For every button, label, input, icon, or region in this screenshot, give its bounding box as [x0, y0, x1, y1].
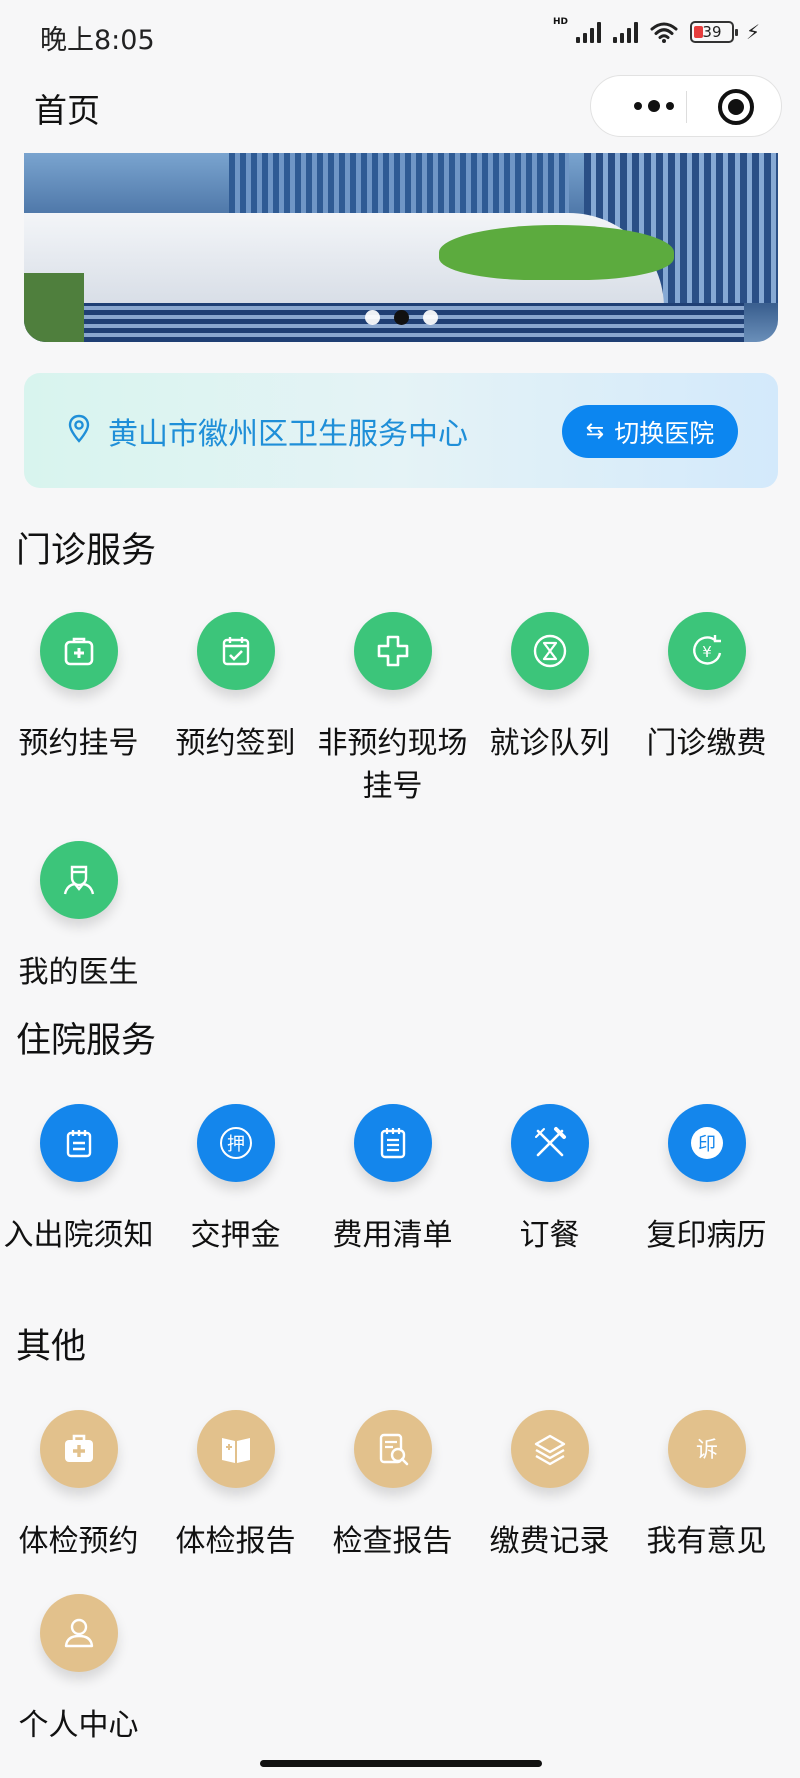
- service-meal-order[interactable]: 订餐: [471, 1104, 628, 1257]
- hospital-banner[interactable]: [24, 153, 778, 342]
- report-search-icon: [353, 1410, 432, 1488]
- carousel-dot[interactable]: [422, 310, 438, 325]
- service-label: 门诊缴费: [646, 726, 767, 761]
- service-label: 预约挂号: [18, 726, 139, 761]
- service-label: 个人中心: [18, 1708, 139, 1743]
- medical-kit-icon: [39, 612, 118, 690]
- service-exam-report[interactable]: 检查报告: [314, 1410, 471, 1563]
- battery-icon: 39: [689, 21, 738, 43]
- service-outpatient-payment[interactable]: ¥ 门诊缴费: [628, 612, 785, 765]
- status-bar: 晚上8:05 HD 39 ⚡: [0, 0, 800, 72]
- service-label: 订餐: [519, 1218, 580, 1253]
- service-label: 预约签到: [175, 726, 296, 761]
- home-indicator[interactable]: [260, 1760, 542, 1767]
- current-hospital-card: 黄山市徽州区卫生服务中心 ⇆ 切换医院: [24, 373, 778, 488]
- service-label: 缴费记录: [489, 1524, 610, 1559]
- notepad-icon: [39, 1104, 118, 1182]
- service-label: 费用清单: [332, 1218, 453, 1253]
- carousel-dot[interactable]: [364, 310, 380, 325]
- section-title-outpatient: 门诊服务: [16, 531, 157, 571]
- service-checkup-report[interactable]: 体检报告: [157, 1410, 314, 1563]
- service-expense-list[interactable]: 费用清单: [314, 1104, 471, 1257]
- battery-level: 39: [702, 23, 722, 41]
- location-pin-icon: [68, 414, 90, 443]
- service-deposit[interactable]: 押 交押金: [157, 1104, 314, 1257]
- svg-text:诉: 诉: [695, 1438, 717, 1463]
- medical-kit-icon: [39, 1410, 118, 1488]
- service-copy-medical-record[interactable]: 印 复印病历: [628, 1104, 785, 1257]
- stamp-icon: 印: [667, 1104, 746, 1182]
- hourglass-icon: [510, 612, 589, 690]
- calendar-check-icon: [196, 612, 275, 690]
- yuan-refresh-icon: ¥: [667, 612, 746, 690]
- service-label: 体检报告: [175, 1524, 296, 1559]
- capsule-divider: [686, 91, 687, 123]
- fork-knife-icon: [510, 1104, 589, 1182]
- status-time: 晚上8:05: [40, 25, 155, 56]
- status-icons: HD 39 ⚡: [552, 17, 760, 44]
- book-icon: [196, 1410, 275, 1488]
- switch-hospital-button[interactable]: ⇆ 切换医院: [562, 405, 738, 458]
- service-walkin-registration[interactable]: 非预约现场挂号: [314, 612, 471, 808]
- service-label: 交押金: [190, 1218, 281, 1253]
- user-icon: [39, 1594, 118, 1672]
- service-appointment-checkin[interactable]: 预约签到: [157, 612, 314, 765]
- service-personal-center[interactable]: 个人中心: [0, 1594, 157, 1747]
- charging-icon: ⚡: [745, 20, 760, 44]
- wifi-icon: [650, 22, 678, 43]
- service-label: 我的医生: [18, 955, 139, 990]
- swap-icon: ⇆: [585, 419, 605, 444]
- service-appointment-registration[interactable]: 预约挂号: [0, 612, 157, 765]
- stack-icon: [510, 1410, 589, 1488]
- banner-trees: [24, 273, 84, 342]
- list-icon: [353, 1104, 432, 1182]
- service-admission-notice[interactable]: 入出院须知: [0, 1104, 157, 1257]
- signal-icon: [575, 21, 601, 43]
- service-checkup-appointment[interactable]: 体检预约: [0, 1410, 157, 1563]
- service-my-doctor[interactable]: 我的医生: [0, 841, 157, 994]
- complaint-icon: 诉: [667, 1410, 746, 1488]
- carousel-dots: [24, 310, 778, 325]
- svg-text:押: 押: [227, 1134, 245, 1155]
- signal-icon-2: [612, 21, 638, 43]
- svg-text:印: 印: [698, 1134, 716, 1155]
- service-label: 体检预约: [18, 1524, 139, 1559]
- carousel-dot-active[interactable]: [393, 310, 409, 325]
- service-label: 检查报告: [332, 1524, 453, 1559]
- service-label: 就诊队列: [489, 726, 610, 761]
- service-payment-records[interactable]: 缴费记录: [471, 1410, 628, 1563]
- hd-icon: HD: [552, 17, 568, 27]
- service-label: 非预约现场挂号: [317, 726, 468, 804]
- doctor-icon: [39, 841, 118, 919]
- service-label: 我有意见: [646, 1524, 767, 1559]
- close-miniprogram-button[interactable]: [718, 89, 754, 125]
- switch-hospital-label: 切换医院: [614, 418, 715, 448]
- service-visit-queue[interactable]: 就诊队列: [471, 612, 628, 765]
- service-label: 复印病历: [646, 1218, 767, 1253]
- section-title-other: 其他: [16, 1327, 87, 1367]
- miniprogram-capsule: [590, 75, 782, 137]
- deposit-seal-icon: 押: [196, 1104, 275, 1182]
- service-label: 入出院须知: [3, 1218, 154, 1253]
- service-feedback[interactable]: 诉 我有意见: [628, 1410, 785, 1563]
- page-title: 首页: [34, 91, 100, 130]
- section-title-inpatient: 住院服务: [16, 1021, 157, 1061]
- banner-roof-garden: [439, 225, 674, 280]
- medical-cross-icon: [353, 612, 432, 690]
- hospital-name: 黄山市徽州区卫生服务中心: [108, 417, 468, 452]
- more-button[interactable]: [619, 76, 689, 136]
- svg-text:¥: ¥: [702, 643, 712, 661]
